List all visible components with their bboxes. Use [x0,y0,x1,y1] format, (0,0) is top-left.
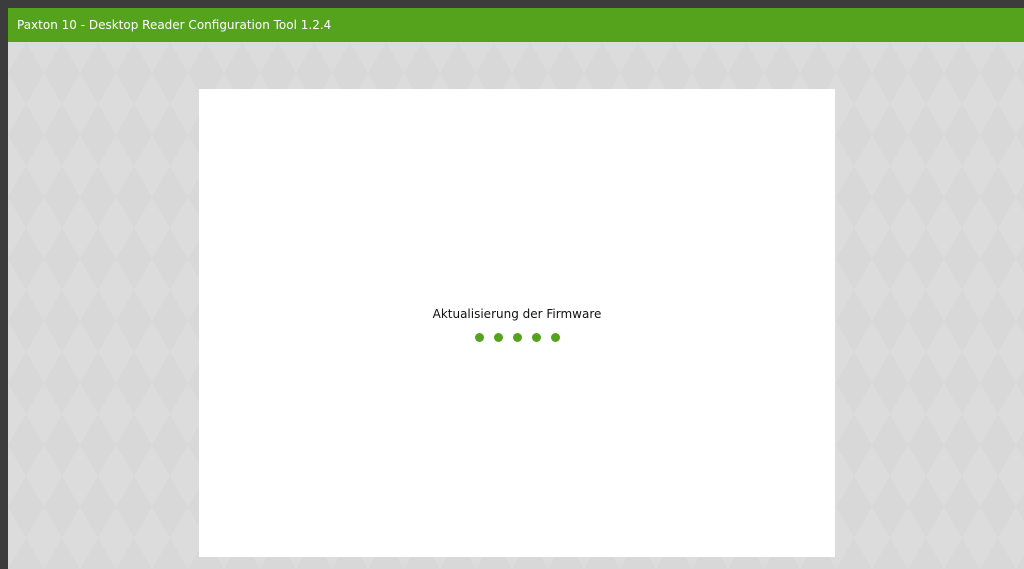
loading-dot [550,333,560,342]
loading-dots-icon [199,333,835,342]
loading-dot [493,333,503,342]
loading-dot [531,333,541,342]
app-window: Paxton 10 - Desktop Reader Configuration… [0,0,1024,569]
status-text: Aktualisierung der Firmware [432,307,602,321]
loading-dot [474,333,484,342]
title-bar[interactable]: Paxton 10 - Desktop Reader Configuration… [8,8,1024,42]
window-title: Paxton 10 - Desktop Reader Configuration… [17,18,332,32]
loading-dot [512,333,522,342]
content-panel: Aktualisierung der Firmware [199,89,835,557]
